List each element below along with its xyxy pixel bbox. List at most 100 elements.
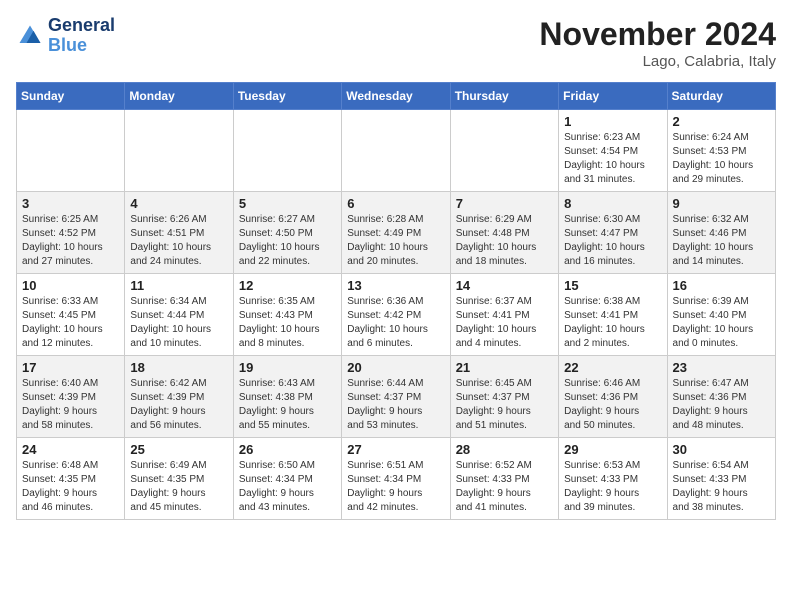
col-tuesday: Tuesday [233,83,341,110]
calendar-cell: 23 Sunrise: 6:47 AM Sunset: 4:36 PM Dayli… [667,356,775,438]
col-wednesday: Wednesday [342,83,450,110]
day-number: 14 [456,278,553,293]
calendar-cell: 16 Sunrise: 6:39 AM Sunset: 4:40 PM Dayli… [667,274,775,356]
day-info: Sunrise: 6:50 AM Sunset: 4:34 PM Dayligh… [239,459,336,515]
calendar-cell [450,110,558,192]
calendar-cell: 20 Sunrise: 6:44 AM Sunset: 4:37 PM Dayli… [342,356,450,438]
calendar-week-2: 3Sunrise: 6:25 AM Sunset: 4:52 PM Daylig… [17,192,776,274]
day-number: 2 [673,114,770,129]
title-block: November 2024 Lago, Calabria, Italy [539,16,776,70]
col-monday: Monday [125,83,233,110]
day-info: Sunrise: 6:28 AM Sunset: 4:49 PM Dayligh… [347,213,444,269]
day-number: 15 [564,278,661,293]
day-number: 12 [239,278,336,293]
calendar-cell: 21 Sunrise: 6:45 AM Sunset: 4:37 PM Dayli… [450,356,558,438]
calendar-cell: 25 Sunrise: 6:49 AM Sunset: 4:35 PM Dayli… [125,438,233,520]
day-info: Sunrise: 6:52 AM Sunset: 4:33 PM Dayligh… [456,459,553,515]
calendar-cell: 10 Sunrise: 6:33 AM Sunset: 4:45 PM Dayli… [17,274,125,356]
day-info: Sunrise: 6:30 AM Sunset: 4:47 PM Dayligh… [564,213,661,269]
day-info: Sunrise: 6:54 AM Sunset: 4:33 PM Dayligh… [673,459,770,515]
calendar-cell: 17 Sunrise: 6:40 AM Sunset: 4:39 PM Dayli… [17,356,125,438]
day-number: 6 [347,196,444,211]
day-number: 11 [130,278,227,293]
calendar-cell: 18 Sunrise: 6:42 AM Sunset: 4:39 PM Dayli… [125,356,233,438]
day-info: Sunrise: 6:44 AM Sunset: 4:37 PM Dayligh… [347,377,444,433]
day-info: Sunrise: 6:39 AM Sunset: 4:40 PM Dayligh… [673,295,770,351]
calendar-week-5: 24 Sunrise: 6:48 AM Sunset: 4:35 PM Dayli… [17,438,776,520]
day-number: 18 [130,360,227,375]
calendar-cell: 13Sunrise: 6:36 AM Sunset: 4:42 PM Dayli… [342,274,450,356]
day-number: 19 [239,360,336,375]
day-info: Sunrise: 6:32 AM Sunset: 4:46 PM Dayligh… [673,213,770,269]
day-number: 1 [564,114,661,129]
calendar-cell: 9 Sunrise: 6:32 AM Sunset: 4:46 PM Daylig… [667,192,775,274]
header-row: Sunday Monday Tuesday Wednesday Thursday… [17,83,776,110]
day-info: Sunrise: 6:42 AM Sunset: 4:39 PM Dayligh… [130,377,227,433]
day-info: Sunrise: 6:35 AM Sunset: 4:43 PM Dayligh… [239,295,336,351]
day-number: 7 [456,196,553,211]
day-number: 3 [22,196,119,211]
logo-icon [16,22,44,50]
day-info: Sunrise: 6:43 AM Sunset: 4:38 PM Dayligh… [239,377,336,433]
page-header: General Blue November 2024 Lago, Calabri… [16,16,776,70]
day-info: Sunrise: 6:53 AM Sunset: 4:33 PM Dayligh… [564,459,661,515]
calendar-cell: 29Sunrise: 6:53 AM Sunset: 4:33 PM Dayli… [559,438,667,520]
day-number: 17 [22,360,119,375]
day-number: 27 [347,442,444,457]
calendar-cell: 15 Sunrise: 6:38 AM Sunset: 4:41 PM Dayli… [559,274,667,356]
day-info: Sunrise: 6:24 AM Sunset: 4:53 PM Dayligh… [673,131,770,187]
day-number: 24 [22,442,119,457]
day-info: Sunrise: 6:29 AM Sunset: 4:48 PM Dayligh… [456,213,553,269]
col-thursday: Thursday [450,83,558,110]
calendar-cell: 14 Sunrise: 6:37 AM Sunset: 4:41 PM Dayli… [450,274,558,356]
calendar-cell: 6 Sunrise: 6:28 AM Sunset: 4:49 PM Daylig… [342,192,450,274]
day-number: 22 [564,360,661,375]
day-number: 30 [673,442,770,457]
col-saturday: Saturday [667,83,775,110]
day-number: 28 [456,442,553,457]
logo-text: General Blue [48,16,115,56]
calendar-cell [125,110,233,192]
day-info: Sunrise: 6:49 AM Sunset: 4:35 PM Dayligh… [130,459,227,515]
day-number: 23 [673,360,770,375]
calendar-week-1: 1 Sunrise: 6:23 AM Sunset: 4:54 PM Daylig… [17,110,776,192]
day-info: Sunrise: 6:34 AM Sunset: 4:44 PM Dayligh… [130,295,227,351]
location-subtitle: Lago, Calabria, Italy [539,53,776,70]
day-number: 16 [673,278,770,293]
calendar-cell: 1 Sunrise: 6:23 AM Sunset: 4:54 PM Daylig… [559,110,667,192]
day-number: 13 [347,278,444,293]
calendar-cell [342,110,450,192]
calendar-cell [17,110,125,192]
day-info: Sunrise: 6:48 AM Sunset: 4:35 PM Dayligh… [22,459,119,515]
calendar-cell: 8Sunrise: 6:30 AM Sunset: 4:47 PM Daylig… [559,192,667,274]
calendar-cell: 7 Sunrise: 6:29 AM Sunset: 4:48 PM Daylig… [450,192,558,274]
month-title: November 2024 [539,16,776,53]
day-info: Sunrise: 6:26 AM Sunset: 4:51 PM Dayligh… [130,213,227,269]
day-number: 26 [239,442,336,457]
day-info: Sunrise: 6:37 AM Sunset: 4:41 PM Dayligh… [456,295,553,351]
calendar-cell: 2 Sunrise: 6:24 AM Sunset: 4:53 PM Daylig… [667,110,775,192]
day-info: Sunrise: 6:38 AM Sunset: 4:41 PM Dayligh… [564,295,661,351]
calendar-table: Sunday Monday Tuesday Wednesday Thursday… [16,82,776,520]
day-info: Sunrise: 6:47 AM Sunset: 4:36 PM Dayligh… [673,377,770,433]
calendar-cell: 11 Sunrise: 6:34 AM Sunset: 4:44 PM Dayli… [125,274,233,356]
day-number: 25 [130,442,227,457]
calendar-week-4: 17 Sunrise: 6:40 AM Sunset: 4:39 PM Dayli… [17,356,776,438]
day-info: Sunrise: 6:33 AM Sunset: 4:45 PM Dayligh… [22,295,119,351]
calendar-cell [233,110,341,192]
day-number: 10 [22,278,119,293]
calendar-cell: 22Sunrise: 6:46 AM Sunset: 4:36 PM Dayli… [559,356,667,438]
calendar-cell: 30 Sunrise: 6:54 AM Sunset: 4:33 PM Dayli… [667,438,775,520]
calendar-cell: 26 Sunrise: 6:50 AM Sunset: 4:34 PM Dayli… [233,438,341,520]
day-number: 20 [347,360,444,375]
day-info: Sunrise: 6:23 AM Sunset: 4:54 PM Dayligh… [564,131,661,187]
day-number: 4 [130,196,227,211]
day-info: Sunrise: 6:40 AM Sunset: 4:39 PM Dayligh… [22,377,119,433]
day-info: Sunrise: 6:51 AM Sunset: 4:34 PM Dayligh… [347,459,444,515]
day-number: 21 [456,360,553,375]
day-info: Sunrise: 6:45 AM Sunset: 4:37 PM Dayligh… [456,377,553,433]
day-number: 9 [673,196,770,211]
calendar-cell: 5Sunrise: 6:27 AM Sunset: 4:50 PM Daylig… [233,192,341,274]
logo: General Blue [16,16,115,56]
calendar-cell: 4 Sunrise: 6:26 AM Sunset: 4:51 PM Daylig… [125,192,233,274]
